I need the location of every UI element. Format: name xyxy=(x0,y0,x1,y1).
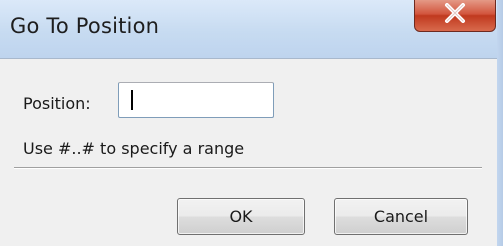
close-icon xyxy=(445,3,465,23)
close-button[interactable] xyxy=(414,0,496,32)
separator xyxy=(14,167,482,169)
position-input[interactable] xyxy=(118,82,274,118)
cancel-button[interactable]: Cancel xyxy=(334,198,468,235)
text-caret xyxy=(131,90,133,110)
go-to-position-dialog: Go To Position Position: Use #..# to spe… xyxy=(0,0,503,246)
position-label: Position: xyxy=(23,94,91,113)
dialog-title: Go To Position xyxy=(10,14,160,38)
range-hint: Use #..# to specify a range xyxy=(23,139,245,158)
ok-button[interactable]: OK xyxy=(177,198,305,235)
title-bar: Go To Position xyxy=(0,0,503,58)
window-frame-right xyxy=(497,0,503,246)
dialog-body: Position: Use #..# to specify a range OK… xyxy=(0,58,497,246)
